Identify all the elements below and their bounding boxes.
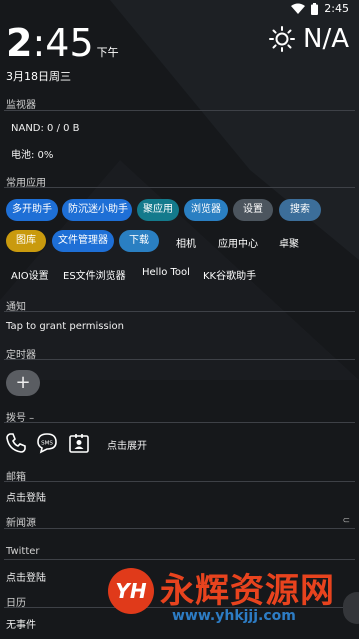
sms-icon[interactable]: SMS bbox=[36, 432, 58, 454]
battery-status: 电池: 0% bbox=[11, 150, 54, 161]
app-camera[interactable]: 相机 bbox=[176, 235, 196, 250]
app-chip-download[interactable]: 下载 bbox=[119, 230, 159, 252]
app-chip-duokai[interactable]: 多开助手 bbox=[6, 199, 58, 221]
date-label[interactable]: 3月18日周三 bbox=[6, 68, 71, 84]
sun-icon bbox=[269, 26, 295, 52]
status-time: 2:45 bbox=[324, 2, 349, 15]
clock-minute: 45 bbox=[45, 21, 94, 65]
notifications-divider bbox=[4, 311, 355, 312]
news-title: 新闻源 bbox=[6, 518, 36, 529]
app-chip-settings[interactable]: 设置 bbox=[233, 199, 273, 221]
weather-temp: N/A bbox=[303, 24, 349, 54]
news-divider bbox=[4, 528, 355, 529]
mail-login[interactable]: 点击登陆 bbox=[6, 489, 46, 504]
app-kk-google[interactable]: KK谷歌助手 bbox=[203, 267, 256, 282]
timer-divider bbox=[4, 359, 355, 360]
calendar-no-events: 无事件 bbox=[6, 620, 36, 631]
nand-status: NAND: 0 / 0 B bbox=[11, 123, 80, 134]
clock-colon: : bbox=[32, 21, 46, 65]
weather-widget[interactable]: N/A bbox=[269, 24, 349, 54]
clock[interactable]: 2 : 45 下午 bbox=[6, 20, 119, 66]
dialer-expand[interactable]: 点击展开 bbox=[107, 437, 147, 452]
calendar-divider bbox=[4, 607, 355, 608]
twitter-title: Twitter bbox=[6, 546, 40, 557]
phone-icon[interactable] bbox=[5, 432, 27, 454]
twitter-login[interactable]: 点击登陆 bbox=[6, 569, 46, 584]
app-hello-tool[interactable]: Hello Tool bbox=[142, 267, 190, 278]
app-chip-juyingyong[interactable]: 聚应用 bbox=[137, 199, 179, 221]
monitor-divider bbox=[4, 110, 355, 111]
watermark-url: www.yhkjjj.com bbox=[172, 608, 296, 624]
clock-hour: 2 bbox=[6, 21, 33, 65]
mail-divider bbox=[4, 481, 355, 482]
apps-divider bbox=[4, 187, 355, 188]
battery-icon bbox=[311, 2, 319, 15]
dialer-divider bbox=[4, 422, 355, 423]
wifi-icon bbox=[291, 3, 306, 14]
monitor-title: 监视器 bbox=[6, 100, 36, 111]
app-aio-settings[interactable]: AIO设置 bbox=[11, 267, 49, 282]
app-chip-file-manager[interactable]: 文件管理器 bbox=[52, 230, 114, 252]
svg-text:SMS: SMS bbox=[41, 441, 53, 447]
clock-ampm: 下午 bbox=[96, 46, 119, 59]
app-chip-fangchenmi[interactable]: 防沉迷小助手 bbox=[62, 199, 132, 221]
grant-permission-link[interactable]: Tap to grant permission bbox=[6, 321, 124, 332]
app-chip-search[interactable]: 搜索 bbox=[279, 199, 321, 221]
contacts-icon[interactable] bbox=[68, 432, 90, 454]
watermark-name: 永辉资源网 bbox=[160, 571, 335, 611]
twitter-divider bbox=[4, 559, 355, 560]
app-chip-gallery[interactable]: 图库 bbox=[6, 230, 46, 252]
app-es-file-browser[interactable]: ES文件浏览器 bbox=[63, 267, 126, 282]
status-bar: 2:45 bbox=[0, 0, 359, 18]
news-expand-icon[interactable]: ⊂ bbox=[342, 516, 350, 526]
floating-button-edge[interactable] bbox=[343, 592, 359, 624]
app-chip-browser[interactable]: 浏览器 bbox=[184, 199, 228, 221]
add-timer-button[interactable]: + bbox=[6, 370, 40, 396]
app-center[interactable]: 应用中心 bbox=[218, 235, 258, 250]
app-zhuoju[interactable]: 卓聚 bbox=[279, 235, 299, 250]
